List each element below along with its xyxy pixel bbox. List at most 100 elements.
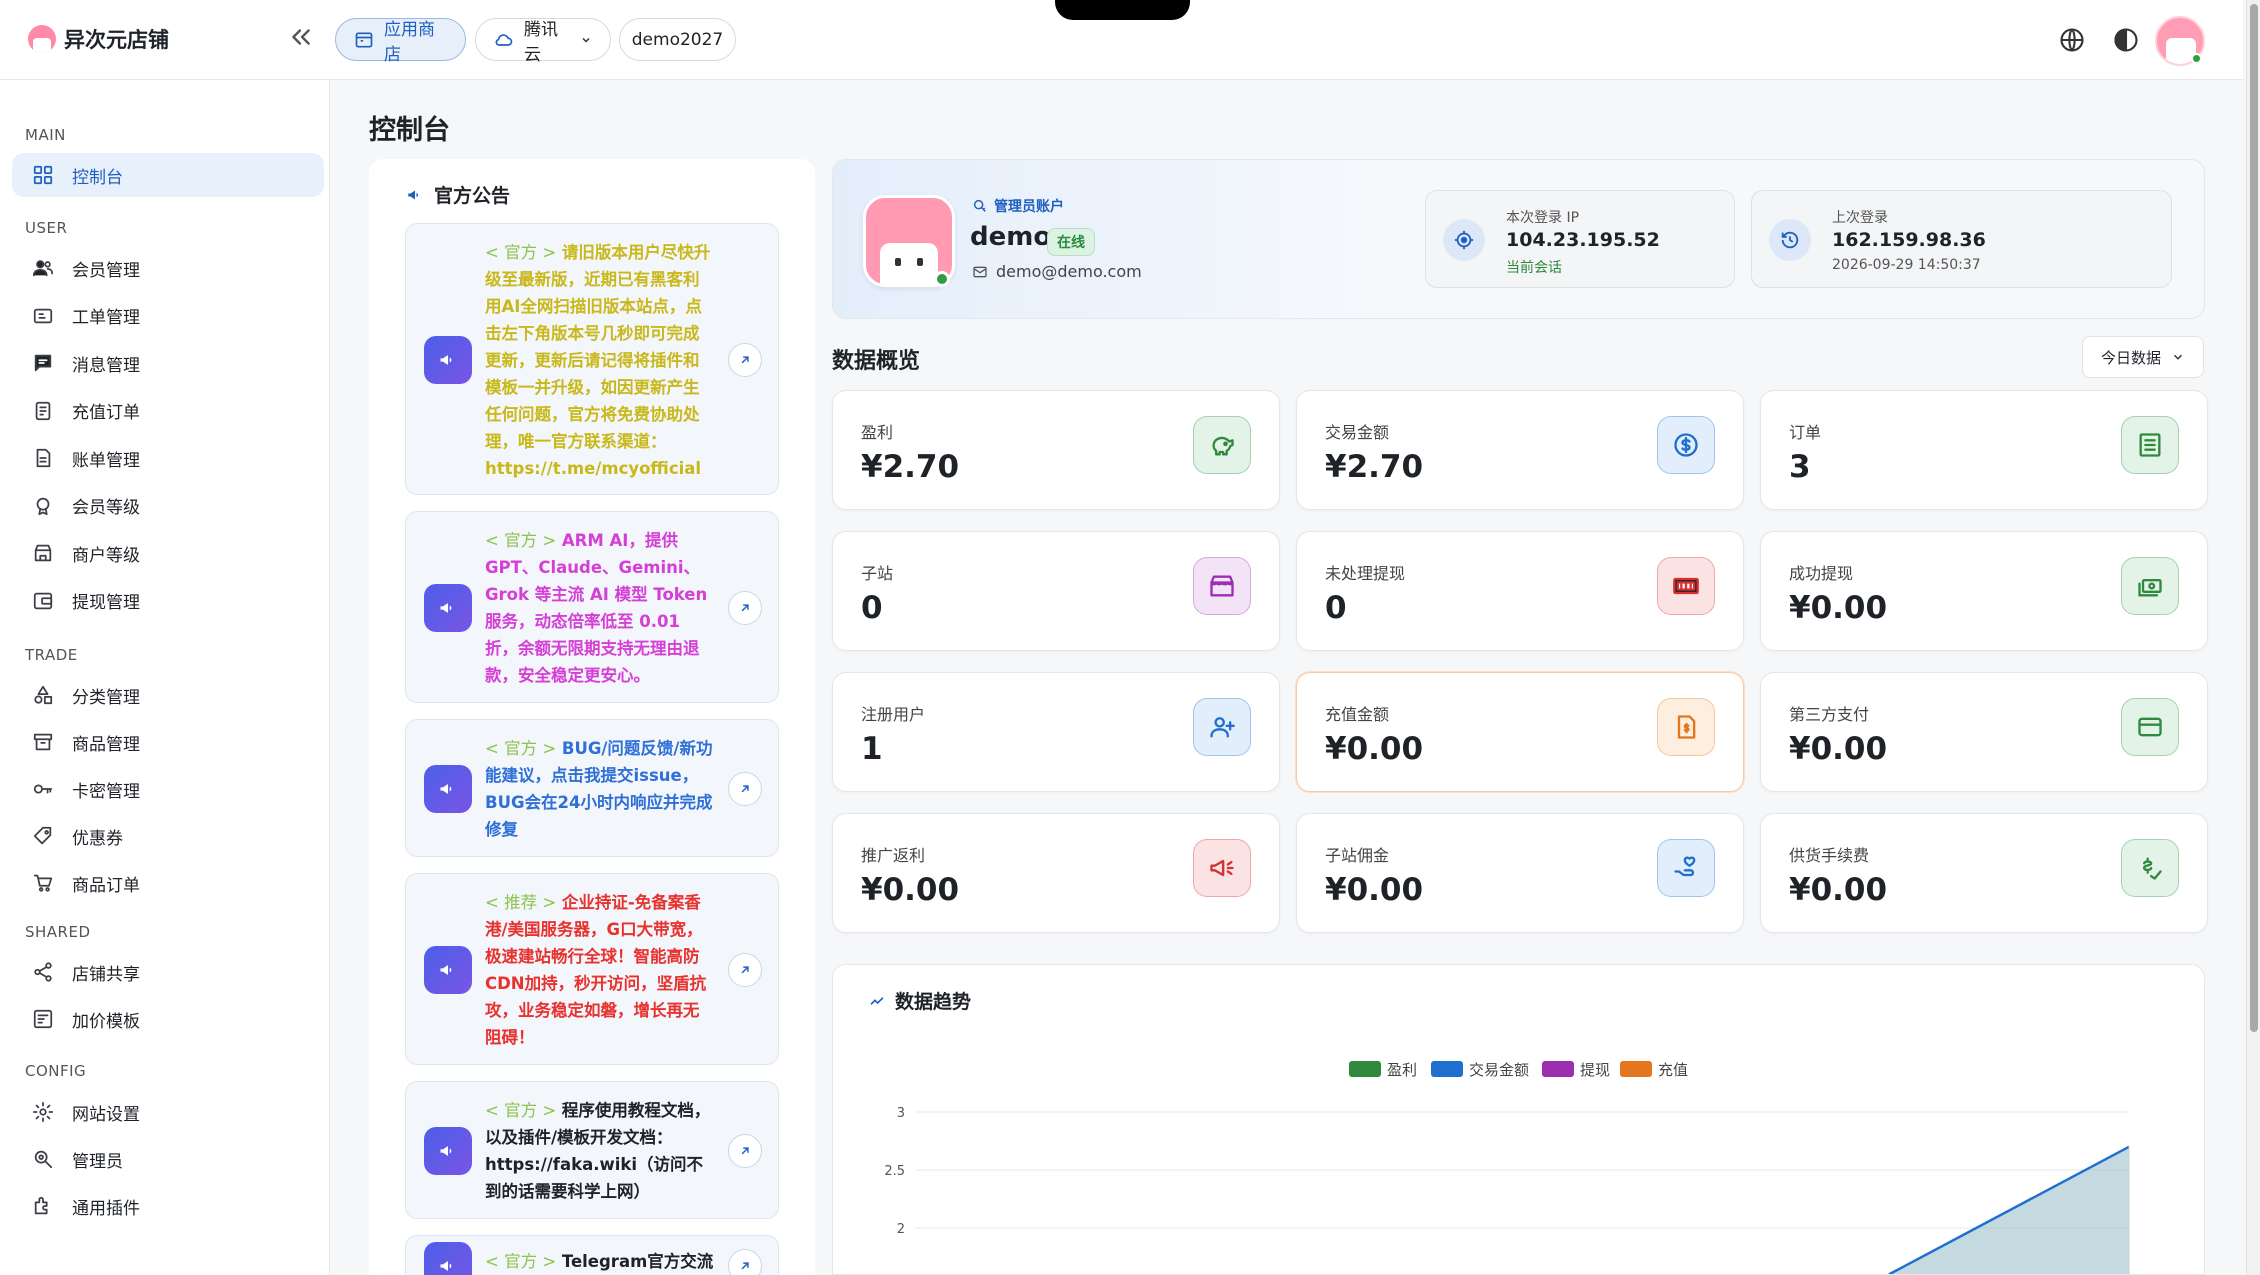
announcement-open-button[interactable] [728, 953, 762, 987]
announcement-open-button[interactable] [728, 772, 762, 806]
stat-value: ¥0.00 [1789, 731, 1888, 767]
stat-card[interactable]: 第三方支付 ¥0.00 [1760, 672, 2208, 792]
sidebar-item[interactable]: 管理员 [12, 1137, 324, 1181]
card-icon [2138, 717, 2162, 737]
stat-card[interactable]: 供货手续费 ¥0.00 [1760, 813, 2208, 933]
stat-label: 交易金额 [1325, 423, 1390, 442]
app-title: 异次元店铺 [64, 28, 169, 52]
admin-role-label: 管理员账户 [994, 199, 1064, 215]
range-select[interactable]: 今日数据 [2082, 336, 2204, 378]
mail-icon [973, 266, 987, 277]
sidebar-item-label: 控制台 [72, 167, 123, 188]
sidebar-item[interactable]: 商品管理 [12, 720, 324, 764]
megaphone-icon [440, 965, 452, 975]
globe-icon[interactable] [2058, 26, 2086, 54]
stat-card[interactable]: 交易金额 ¥2.70 [1296, 390, 1744, 510]
announcement-item[interactable]: < 官方 > ARM AI，提供GPT、Claude、Gemini、Grok 等… [405, 511, 779, 703]
collapse-sidebar-button[interactable] [286, 24, 316, 54]
list-icon [2139, 433, 2161, 457]
stat-icon-box [1657, 839, 1715, 897]
sidebar-item[interactable]: 卡密管理 [12, 767, 324, 811]
sidebar-item[interactable]: 会员管理 [12, 246, 324, 290]
sidebar-item-label: 充值订单 [72, 403, 140, 423]
sidebar-item[interactable]: 店铺共享 [12, 950, 324, 994]
y-tick-label: 2 [897, 1222, 905, 1237]
theme-toggle-icon[interactable] [2112, 26, 2140, 54]
announcement-open-button[interactable] [728, 343, 762, 377]
legend-label: 盈利 [1387, 1061, 1417, 1079]
stat-card[interactable]: 成功提现 ¥0.00 [1760, 531, 2208, 651]
announcement-item[interactable]: < 官方 > BUG/问题反馈/新功能建议，点击我提交issue，BUG会在24… [405, 719, 779, 857]
sidebar-item[interactable]: 会员等级 [12, 484, 324, 528]
megaphone-icon [440, 355, 452, 365]
scrollbar-thumb[interactable] [2250, 4, 2258, 1032]
sidebar-item[interactable]: 分类管理 [12, 673, 324, 717]
announcement-item[interactable]: < 官方 > 程序使用教程文档，以及插件/模板开发文档：https://faka… [405, 1081, 779, 1219]
sidebar-item[interactable]: 提现管理 [12, 579, 324, 623]
stat-card[interactable]: 子站佣金 ¥0.00 [1296, 813, 1744, 933]
sidebar-item[interactable]: 充值订单 [12, 389, 324, 433]
history-icon [1769, 219, 1811, 261]
sidebar-item[interactable]: 加价模板 [12, 997, 324, 1041]
stat-value: 1 [861, 731, 883, 767]
sidebar-item-label: 优惠券 [72, 828, 123, 849]
trend-chart: 盈利 交易金额 提现 充值 3 2.5 2 [884, 1061, 2130, 1274]
announcement-badge [424, 336, 472, 384]
sidebar-item-label: 分类管理 [72, 687, 140, 708]
app-store-label: 应用商店 [384, 19, 435, 65]
legend-swatch [1431, 1061, 1463, 1077]
stat-label: 成功提现 [1789, 564, 1854, 583]
sidebar-item[interactable]: 商户等级 [12, 531, 324, 575]
sidebar-item[interactable]: 商品订单 [12, 861, 324, 905]
profile-card: 管理员账户 demo 在线 demo@demo.com 本次登录 IP 104.… [832, 159, 2205, 319]
sidebar-item[interactable]: 工单管理 [12, 294, 324, 338]
stat-card[interactable]: 注册用户 1 [832, 672, 1280, 792]
plugin-icon [34, 1196, 48, 1215]
avatar-eye [917, 258, 923, 266]
app-store-button[interactable]: 应用商店 [335, 18, 466, 65]
sidebar-section-title: CONFIG [25, 1062, 87, 1080]
announcement-tag: < 官方 > [485, 243, 557, 262]
invoice-icon [1677, 715, 1696, 739]
announcement-open-button[interactable] [728, 1249, 762, 1275]
legend-swatch [1620, 1061, 1652, 1077]
ticket-icon [33, 308, 53, 323]
stat-card[interactable]: 子站 0 [832, 531, 1280, 651]
stat-card[interactable]: 未处理提现 0 [1296, 531, 1744, 651]
stat-card[interactable]: 充值金额 ¥0.00 [1296, 672, 1744, 792]
sidebar-item[interactable]: 消息管理 [12, 341, 324, 385]
range-label: 今日数据 [2100, 348, 2161, 367]
app-logo[interactable]: 异次元店铺 [28, 24, 169, 54]
stat-card[interactable]: 推广返利 ¥0.00 [832, 813, 1280, 933]
sidebar-item[interactable]: 网站设置 [12, 1090, 324, 1134]
announcement-item[interactable]: < 官方 > 请旧版本用户尽快升级至最新版，近期已有黑客利用AI全网扫描旧版本站… [405, 223, 779, 495]
stat-card[interactable]: 订单 3 [1760, 390, 2208, 510]
announcement-item[interactable]: < 推荐 > 企业持证-免备案香港/美国服务器，G口大带宽，极速建站畅行全球！智… [405, 873, 779, 1065]
announcement-open-button[interactable] [728, 1134, 762, 1168]
arrow-up-right-icon [741, 604, 749, 612]
stat-card[interactable]: 盈利 ¥2.70 [832, 390, 1280, 510]
sidebar-item[interactable]: 通用插件 [12, 1184, 324, 1228]
legend-label: 提现 [1580, 1061, 1610, 1079]
profile-name: demo [970, 222, 1052, 252]
announcement-open-button[interactable] [728, 591, 762, 625]
recharge-icon [35, 401, 51, 420]
stat-value: ¥2.70 [1325, 449, 1424, 485]
sidebar-item[interactable]: 优惠券 [12, 814, 324, 858]
last-login-time: 2026-09-29 14:50:37 [1832, 257, 1981, 273]
sidebar-section-title: USER [25, 219, 68, 237]
sidebar-item-label: 提现管理 [72, 593, 140, 613]
location-icon [1443, 219, 1485, 261]
announcement-item[interactable]: < 官方 > Telegram官方交流 [405, 1235, 779, 1275]
cloud-icon [495, 33, 513, 46]
sidebar-item[interactable]: 控制台 [12, 153, 324, 197]
sidebar-item-label: 商品管理 [72, 734, 140, 755]
cloud-select[interactable]: 腾讯云 [475, 18, 611, 65]
hand-heart-icon [1674, 856, 1696, 877]
user-button[interactable]: demo2027 [619, 18, 736, 61]
page-scrollbar[interactable] [2246, 0, 2260, 1275]
chevron-down-icon [582, 37, 590, 43]
sidebar-item[interactable]: 账单管理 [12, 436, 324, 480]
announcement-text: < 推荐 > 企业持证-免备案香港/美国服务器，G口大带宽，极速建站畅行全球！智… [485, 889, 715, 1051]
last-login-label: 上次登录 [1832, 210, 1888, 226]
